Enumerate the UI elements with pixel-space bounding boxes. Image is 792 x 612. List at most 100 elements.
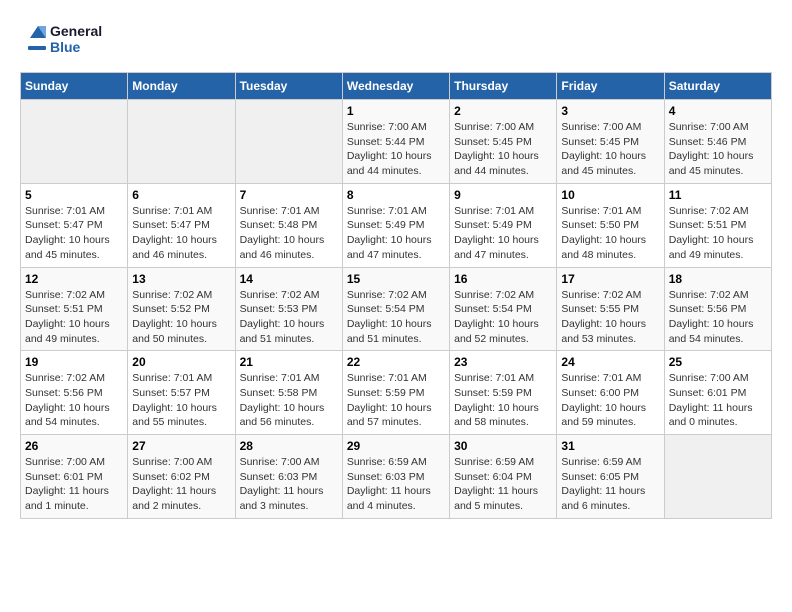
calendar-cell: 5 Sunrise: 7:01 AMSunset: 5:47 PMDaylight… — [21, 183, 128, 267]
day-info: Sunrise: 7:01 AMSunset: 5:59 PMDaylight:… — [454, 371, 552, 430]
day-info: Sunrise: 6:59 AMSunset: 6:05 PMDaylight:… — [561, 455, 659, 514]
calendar-cell: 2Sunrise: 7:00 AMSunset: 5:45 PMDaylight… — [450, 100, 557, 184]
calendar-cell: 20 Sunrise: 7:01 AMSunset: 5:57 PMDayligh… — [128, 351, 235, 435]
calendar-cell: 9Sunrise: 7:01 AMSunset: 5:49 PMDaylight… — [450, 183, 557, 267]
day-info: Sunrise: 7:01 AMSunset: 5:48 PMDaylight:… — [240, 204, 338, 263]
calendar-cell: 23 Sunrise: 7:01 AMSunset: 5:59 PMDayligh… — [450, 351, 557, 435]
header-tuesday: Tuesday — [235, 73, 342, 100]
calendar-cell: 6Sunrise: 7:01 AMSunset: 5:47 PMDaylight… — [128, 183, 235, 267]
calendar-cell — [235, 100, 342, 184]
calendar-cell: 29 Sunrise: 6:59 AMSunset: 6:03 PMDayligh… — [342, 435, 449, 519]
day-info: Sunrise: 7:02 AMSunset: 5:56 PMDaylight:… — [25, 371, 123, 430]
day-info: Sunrise: 7:01 AMSunset: 5:57 PMDaylight:… — [132, 371, 230, 430]
calendar-week-row: 19 Sunrise: 7:02 AMSunset: 5:56 PMDayligh… — [21, 351, 772, 435]
calendar-cell: 11 Sunrise: 7:02 AMSunset: 5:51 PMDayligh… — [664, 183, 771, 267]
header-friday: Friday — [557, 73, 664, 100]
calendar-cell: 14Sunrise: 7:02 AMSunset: 5:53 PMDayligh… — [235, 267, 342, 351]
calendar-cell: 28 Sunrise: 7:00 AMSunset: 6:03 PMDayligh… — [235, 435, 342, 519]
calendar-cell: 31 Sunrise: 6:59 AMSunset: 6:05 PMDayligh… — [557, 435, 664, 519]
day-info: Sunrise: 7:02 AMSunset: 5:53 PMDaylight:… — [240, 288, 338, 347]
day-info: Sunrise: 7:01 AMSunset: 6:00 PMDaylight:… — [561, 371, 659, 430]
page-header: General Blue — [20, 20, 772, 62]
calendar-week-row: 12Sunrise: 7:02 AMSunset: 5:51 PMDayligh… — [21, 267, 772, 351]
day-info: Sunrise: 7:00 AMSunset: 5:45 PMDaylight:… — [561, 120, 659, 179]
day-number: 10 — [561, 188, 659, 202]
calendar-cell: 15 Sunrise: 7:02 AMSunset: 5:54 PMDayligh… — [342, 267, 449, 351]
day-number: 2 — [454, 104, 552, 118]
day-number: 5 — [25, 188, 123, 202]
day-info: Sunrise: 7:01 AMSunset: 5:47 PMDaylight:… — [25, 204, 123, 263]
day-number: 8 — [347, 188, 445, 202]
day-info: Sunrise: 7:00 AMSunset: 5:46 PMDaylight:… — [669, 120, 767, 179]
day-number: 17 — [561, 272, 659, 286]
header-sunday: Sunday — [21, 73, 128, 100]
day-info: Sunrise: 7:01 AMSunset: 5:49 PMDaylight:… — [454, 204, 552, 263]
day-number: 24 — [561, 355, 659, 369]
day-info: Sunrise: 7:02 AMSunset: 5:54 PMDaylight:… — [454, 288, 552, 347]
day-info: Sunrise: 7:00 AMSunset: 6:01 PMDaylight:… — [669, 371, 767, 430]
calendar-cell: 10 Sunrise: 7:01 AMSunset: 5:50 PMDayligh… — [557, 183, 664, 267]
day-info: Sunrise: 6:59 AMSunset: 6:03 PMDaylight:… — [347, 455, 445, 514]
calendar-cell: 18Sunrise: 7:02 AMSunset: 5:56 PMDayligh… — [664, 267, 771, 351]
day-number: 22 — [347, 355, 445, 369]
calendar-header-row: SundayMondayTuesdayWednesdayThursdayFrid… — [21, 73, 772, 100]
calendar-cell: 22Sunrise: 7:01 AMSunset: 5:59 PMDayligh… — [342, 351, 449, 435]
calendar-cell: 1 Sunrise: 7:00 AMSunset: 5:44 PMDaylight… — [342, 100, 449, 184]
day-number: 12 — [25, 272, 123, 286]
calendar-cell: 25 Sunrise: 7:00 AMSunset: 6:01 PMDayligh… — [664, 351, 771, 435]
calendar-cell: 26 Sunrise: 7:00 AMSunset: 6:01 PMDayligh… — [21, 435, 128, 519]
day-number: 7 — [240, 188, 338, 202]
header-thursday: Thursday — [450, 73, 557, 100]
day-number: 6 — [132, 188, 230, 202]
calendar-cell: 4Sunrise: 7:00 AMSunset: 5:46 PMDaylight… — [664, 100, 771, 184]
day-info: Sunrise: 7:02 AMSunset: 5:55 PMDaylight:… — [561, 288, 659, 347]
calendar-table: SundayMondayTuesdayWednesdayThursdayFrid… — [20, 72, 772, 519]
calendar-week-row: 1 Sunrise: 7:00 AMSunset: 5:44 PMDaylight… — [21, 100, 772, 184]
calendar-cell: 13Sunrise: 7:02 AMSunset: 5:52 PMDayligh… — [128, 267, 235, 351]
day-info: Sunrise: 7:02 AMSunset: 5:51 PMDaylight:… — [669, 204, 767, 263]
day-number: 1 — [347, 104, 445, 118]
day-number: 27 — [132, 439, 230, 453]
logo: General Blue — [20, 20, 110, 62]
day-number: 18 — [669, 272, 767, 286]
day-number: 23 — [454, 355, 552, 369]
day-info: Sunrise: 7:01 AMSunset: 5:58 PMDaylight:… — [240, 371, 338, 430]
day-info: Sunrise: 7:02 AMSunset: 5:52 PMDaylight:… — [132, 288, 230, 347]
header-saturday: Saturday — [664, 73, 771, 100]
day-number: 19 — [25, 355, 123, 369]
day-info: Sunrise: 7:00 AMSunset: 6:03 PMDaylight:… — [240, 455, 338, 514]
header-wednesday: Wednesday — [342, 73, 449, 100]
day-number: 29 — [347, 439, 445, 453]
day-number: 20 — [132, 355, 230, 369]
calendar-cell: 19 Sunrise: 7:02 AMSunset: 5:56 PMDayligh… — [21, 351, 128, 435]
calendar-week-row: 26 Sunrise: 7:00 AMSunset: 6:01 PMDayligh… — [21, 435, 772, 519]
calendar-cell: 3 Sunrise: 7:00 AMSunset: 5:45 PMDaylight… — [557, 100, 664, 184]
day-number: 31 — [561, 439, 659, 453]
calendar-cell: 30Sunrise: 6:59 AMSunset: 6:04 PMDayligh… — [450, 435, 557, 519]
day-number: 11 — [669, 188, 767, 202]
calendar-cell — [664, 435, 771, 519]
day-info: Sunrise: 7:01 AMSunset: 5:50 PMDaylight:… — [561, 204, 659, 263]
day-info: Sunrise: 7:02 AMSunset: 5:54 PMDaylight:… — [347, 288, 445, 347]
day-number: 25 — [669, 355, 767, 369]
calendar-cell: 8 Sunrise: 7:01 AMSunset: 5:49 PMDaylight… — [342, 183, 449, 267]
day-number: 21 — [240, 355, 338, 369]
svg-text:General: General — [50, 23, 102, 39]
day-number: 3 — [561, 104, 659, 118]
calendar-cell: 24 Sunrise: 7:01 AMSunset: 6:00 PMDayligh… — [557, 351, 664, 435]
day-number: 28 — [240, 439, 338, 453]
day-number: 26 — [25, 439, 123, 453]
day-number: 16 — [454, 272, 552, 286]
day-info: Sunrise: 7:01 AMSunset: 5:49 PMDaylight:… — [347, 204, 445, 263]
day-info: Sunrise: 7:00 AMSunset: 6:01 PMDaylight:… — [25, 455, 123, 514]
calendar-cell: 12Sunrise: 7:02 AMSunset: 5:51 PMDayligh… — [21, 267, 128, 351]
calendar-cell: 21 Sunrise: 7:01 AMSunset: 5:58 PMDayligh… — [235, 351, 342, 435]
calendar-cell: 16 Sunrise: 7:02 AMSunset: 5:54 PMDayligh… — [450, 267, 557, 351]
calendar-cell: 27Sunrise: 7:00 AMSunset: 6:02 PMDayligh… — [128, 435, 235, 519]
calendar-cell — [21, 100, 128, 184]
calendar-cell: 7 Sunrise: 7:01 AMSunset: 5:48 PMDaylight… — [235, 183, 342, 267]
header-monday: Monday — [128, 73, 235, 100]
day-number: 15 — [347, 272, 445, 286]
calendar-cell: 17 Sunrise: 7:02 AMSunset: 5:55 PMDayligh… — [557, 267, 664, 351]
day-info: Sunrise: 7:00 AMSunset: 5:44 PMDaylight:… — [347, 120, 445, 179]
